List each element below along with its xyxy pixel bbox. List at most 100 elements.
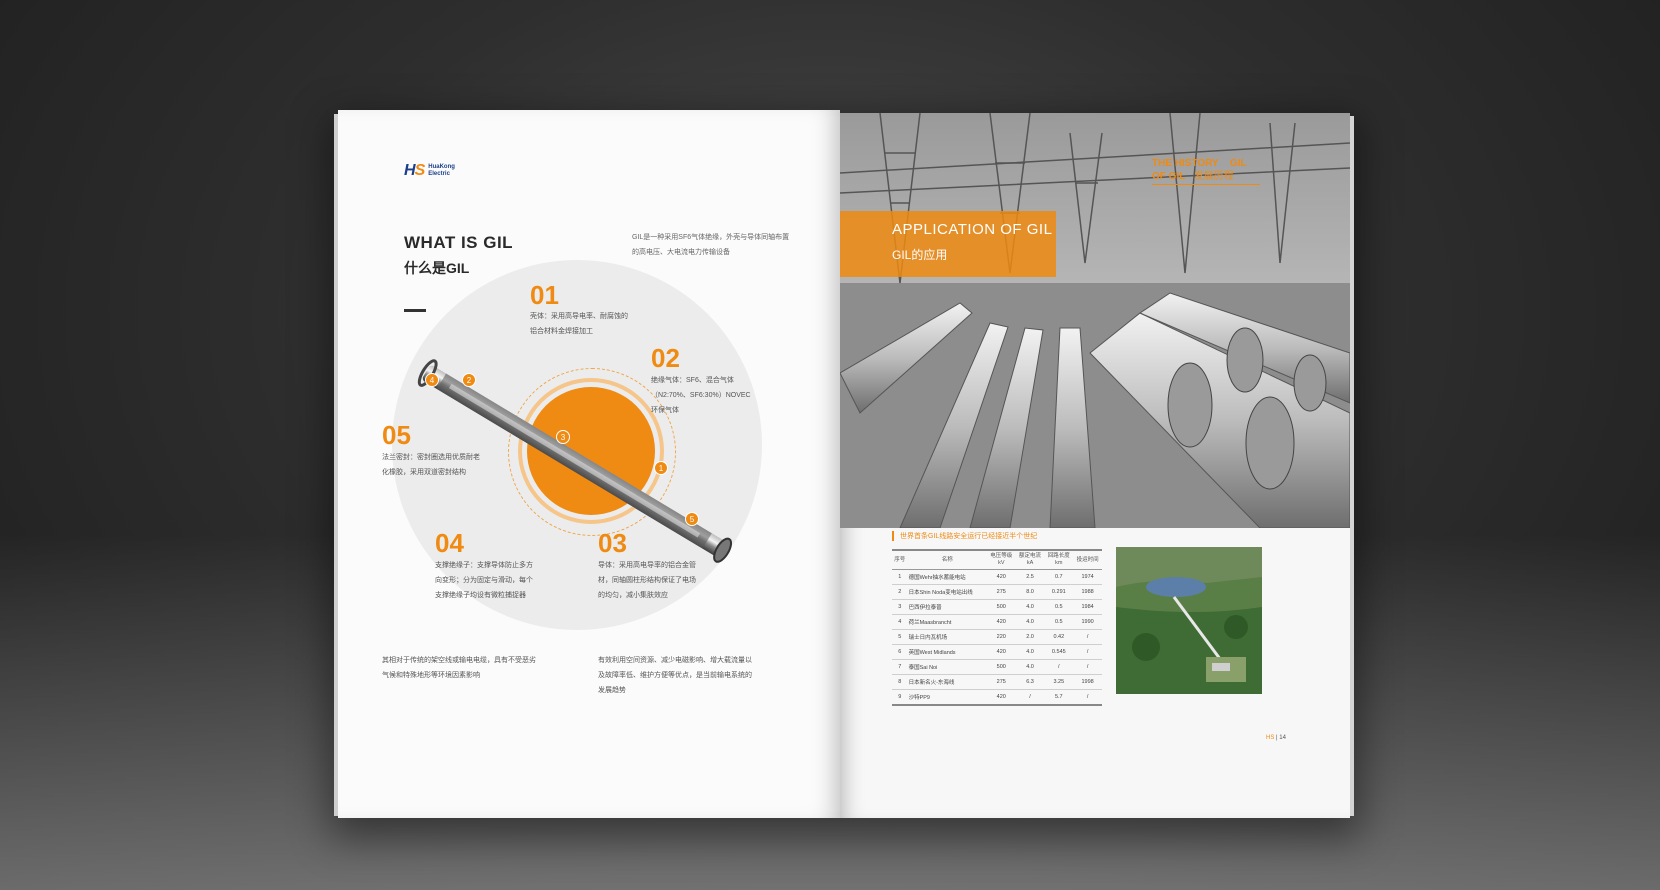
marker-3: 3 xyxy=(556,430,570,444)
cell: 420 xyxy=(986,689,1016,706)
cell: / xyxy=(1073,644,1102,660)
cell: / xyxy=(1073,629,1102,645)
cell: 4.0 xyxy=(1015,614,1045,630)
cell: 1984 xyxy=(1073,599,1102,615)
cell: 1 xyxy=(892,569,908,585)
cell: 1974 xyxy=(1073,569,1102,585)
cell: 德国Wehr抽水蓄能电站 xyxy=(907,569,987,585)
cell: 220 xyxy=(986,629,1016,645)
part-03-number: 03 xyxy=(598,528,627,558)
history-label: THE HISTORY GIL OF GIL 发展历程 xyxy=(1152,158,1247,182)
substation-photo: APPLICATION OF GIL GIL的应用 THE HISTORY GI… xyxy=(840,113,1350,528)
cell: 0.42 xyxy=(1044,629,1074,645)
cell: / xyxy=(1073,689,1102,706)
marker-4: 4 xyxy=(425,373,439,387)
cell: 8 xyxy=(892,674,908,690)
cell: 4.0 xyxy=(1015,644,1045,660)
page-number: HS | 14 xyxy=(1266,735,1286,741)
cell: 9 xyxy=(892,689,908,706)
cell: 泰国Sai Noi xyxy=(907,659,987,675)
bottom-text-left: 其相对于传统的架空线或输电电缆，具有不受恶劣气候和特殊地形等环境因素影响 xyxy=(382,657,536,679)
table-row: 3 巴西伊拉泰普 500 4.0 0.5 1984 xyxy=(892,599,1102,615)
table-header-row: 序号 名称 电压等级 kV 额定电流 kA 回路长度 km 投运时间 xyxy=(892,549,1102,570)
cell: / xyxy=(1044,659,1074,675)
cell: 1998 xyxy=(1073,674,1102,690)
table-title: 世界首条GIL线路安全运行已经接近半个世纪 xyxy=(892,531,1037,541)
cell: 0.291 xyxy=(1044,584,1074,600)
gil-projects-table: 序号 名称 电压等级 kV 额定电流 kA 回路长度 km 投运时间 1 德国Wehr抽… xyxy=(892,549,1102,706)
cell: 500 xyxy=(986,659,1016,675)
part-05-number: 05 xyxy=(382,420,411,450)
cell: / xyxy=(1015,689,1045,706)
cell: 6.3 xyxy=(1015,674,1045,690)
cell: 2 xyxy=(892,584,908,600)
marker-2: 2 xyxy=(462,373,476,387)
cell: 420 xyxy=(986,644,1016,660)
part-04-desc: 支撑绝缘子：支撑导体防止多方向变形；分为固定与滑动，每个支撑绝缘子均设有微粒捕捉… xyxy=(435,562,533,599)
table-row: 1 德国Wehr抽水蓄能电站 420 2.5 0.7 1974 xyxy=(892,569,1102,585)
svg-text:3: 3 xyxy=(561,433,566,442)
cell: 0.5 xyxy=(1044,599,1074,615)
svg-text:5: 5 xyxy=(690,515,695,524)
table-row: 8 日本新名火-东海线 275 6.3 3.25 1998 xyxy=(892,674,1102,690)
cell: 日本新名火-东海线 xyxy=(907,674,987,690)
marker-5: 5 xyxy=(685,512,699,526)
cell: 3.25 xyxy=(1044,674,1074,690)
part-01-number: 01 xyxy=(530,280,559,310)
cell: / xyxy=(1073,659,1102,675)
part-03-desc: 导体：采用高电导率的铝合金管材，同轴圆柱形结构保证了电场的均匀，减小集肤效应 xyxy=(598,562,696,599)
cell: 420 xyxy=(986,569,1016,585)
cell: 荷兰Maasbrancht xyxy=(907,614,987,630)
part-04-number: 04 xyxy=(435,528,464,558)
cell: 5 xyxy=(892,629,908,645)
history-underline xyxy=(1152,184,1260,185)
cell: 沙特PP9 xyxy=(907,689,987,706)
cell: 420 xyxy=(986,614,1016,630)
table-header: 名称 xyxy=(907,549,987,570)
cell: 0.5 xyxy=(1044,614,1074,630)
cell: 7 xyxy=(892,659,908,675)
marker-1: 1 xyxy=(654,461,668,475)
application-title-cn: GIL的应用 xyxy=(892,248,948,262)
cell: 2.0 xyxy=(1015,629,1045,645)
cell: 英国West Midlands xyxy=(907,644,987,660)
part-01-desc: 壳体：采用高导电率、耐腐蚀的铝合材料金焊接加工 xyxy=(530,313,628,335)
table-header: 额定电流 kA xyxy=(1015,549,1045,570)
table-header: 序号 xyxy=(892,549,908,570)
svg-text:4: 4 xyxy=(430,376,435,385)
cell: 巴西伊拉泰普 xyxy=(907,599,987,615)
cell: 275 xyxy=(986,584,1016,600)
table-row: 9 沙特PP9 420/5.7/ xyxy=(892,689,1102,706)
application-title-en: APPLICATION OF GIL xyxy=(892,221,1053,238)
cell: 2.5 xyxy=(1015,569,1045,585)
aerial-photo xyxy=(1116,547,1262,694)
left-page: HS HuaKong Electric WHAT IS GIL 什么是GIL GI… xyxy=(338,110,840,818)
table-row: 4 荷兰Maasbrancht 420 4.0 0.5 1990 xyxy=(892,614,1102,630)
cell: 5.7 xyxy=(1044,689,1074,706)
table-header: 投运时间 xyxy=(1073,549,1102,570)
bottom-text-right: 有效利用空间资源、减少电磁影响、增大载流量以及故障率低、维护方便等优点，是当前输… xyxy=(598,657,752,694)
cell: 0.545 xyxy=(1044,644,1074,660)
aerial-image xyxy=(1116,547,1262,694)
cell: 瑞士日内瓦机场 xyxy=(907,629,987,645)
svg-text:2: 2 xyxy=(467,376,472,385)
cell: 0.7 xyxy=(1044,569,1074,585)
table-header: 回路长度 km xyxy=(1044,549,1074,570)
table-row: 7 泰国Sai Noi 500 4.0// xyxy=(892,659,1102,675)
right-page: APPLICATION OF GIL GIL的应用 THE HISTORY GI… xyxy=(840,113,1350,818)
pipeline-image xyxy=(840,113,1350,528)
part-02-number: 02 xyxy=(651,343,680,373)
cell: 500 xyxy=(986,599,1016,615)
cell: 8.0 xyxy=(1015,584,1045,600)
cell: 4.0 xyxy=(1015,599,1045,615)
cell: 4.0 xyxy=(1015,659,1045,675)
table-row: 5 瑞士日内瓦机场 220 2.0 0.42/ xyxy=(892,629,1102,645)
cell: 1990 xyxy=(1073,614,1102,630)
part-02-desc: 绝缘气体：SF6、混合气体（N2:70%、SF6:30%）NOVEC环保气体 xyxy=(651,377,751,414)
cell: 4 xyxy=(892,614,908,630)
cell: 1988 xyxy=(1073,584,1102,600)
cell: 3 xyxy=(892,599,908,615)
part-05-desc: 法兰密封：密封圈选用优质耐老化橡胶，采用双道密封结构 xyxy=(382,454,480,476)
table-row: 2 日本Shin Noda变电站出线 275 8.0 0.291 1988 xyxy=(892,584,1102,600)
table-header: 电压等级 kV xyxy=(986,549,1016,570)
